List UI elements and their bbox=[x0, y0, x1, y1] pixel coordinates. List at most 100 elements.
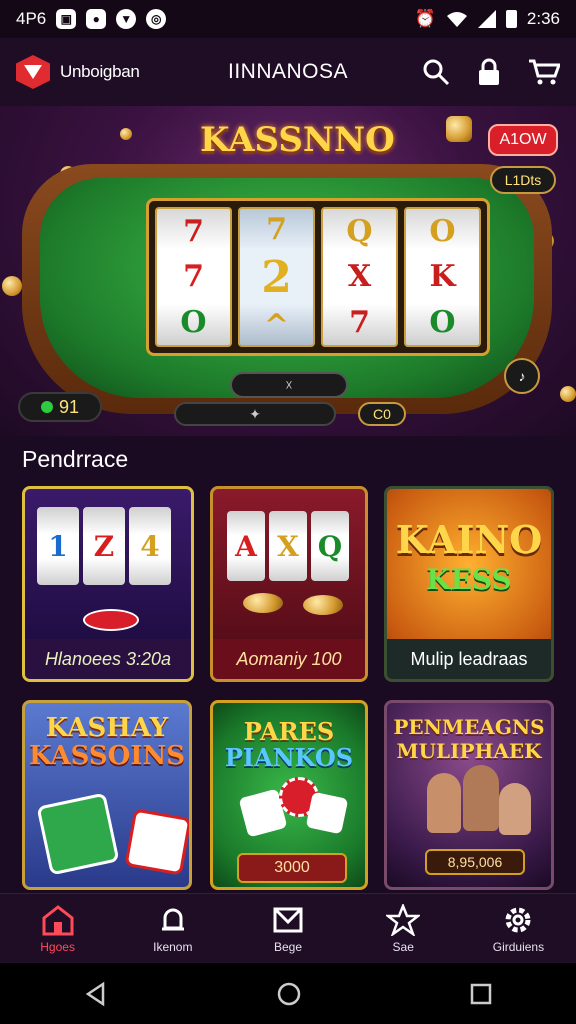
hero-action-button[interactable]: A1OW bbox=[488, 124, 558, 156]
reel-symbol: O bbox=[429, 214, 456, 250]
card-art-title: KAINO bbox=[395, 517, 543, 562]
home-icon bbox=[42, 905, 74, 936]
reel: Q X 7 bbox=[321, 207, 398, 347]
spin-button[interactable]: ☓ bbox=[230, 372, 348, 398]
credit-counter-right: C0 bbox=[358, 402, 406, 426]
bet-slider[interactable]: ✦ bbox=[174, 402, 336, 426]
page-title: IINNANOSA bbox=[227, 60, 349, 83]
sync-notification-icon: ◎ bbox=[146, 9, 167, 29]
reel-symbol: K bbox=[429, 259, 456, 295]
game-card[interactable]: PENMEAGNS MULIPHAEK 8,95,006 bbox=[384, 700, 554, 890]
hero-title: KASSNNO bbox=[200, 120, 395, 160]
reel-symbol: 7 bbox=[183, 259, 204, 295]
poker-chip-icon bbox=[83, 609, 139, 631]
dice-icon bbox=[36, 792, 120, 876]
card-label: Hlanoees 3:20a bbox=[25, 639, 191, 679]
star-icon bbox=[386, 904, 421, 936]
coin-pile-icon bbox=[303, 595, 343, 615]
player-avatar bbox=[427, 773, 461, 833]
reel-symbol: 2 bbox=[261, 251, 292, 303]
reel-symbol: 7 bbox=[266, 211, 287, 247]
app-notification-icon: ● bbox=[86, 9, 107, 29]
card-art-title: PARES bbox=[243, 717, 335, 746]
clock: 2:36 bbox=[526, 9, 560, 28]
card-reels: A X Q bbox=[227, 511, 349, 581]
reel-symbol: 7 bbox=[183, 214, 204, 250]
bell-icon bbox=[161, 908, 184, 931]
app-bar: Unboigban IINNANOSA bbox=[0, 38, 576, 106]
hero-banner[interactable]: KASSNNO A1OW L1Dts 7 7 O 7 2 ^ Q X 7 O K… bbox=[0, 106, 576, 436]
nav-label: Sae bbox=[392, 940, 414, 954]
sound-toggle-icon[interactable]: ♪ bbox=[504, 358, 540, 394]
card-label: Aomaniy 100 bbox=[213, 639, 365, 679]
cart-icon[interactable] bbox=[528, 58, 560, 86]
card-value-badge: 8,95,006 bbox=[425, 849, 525, 875]
brand-logo-icon[interactable] bbox=[16, 55, 50, 89]
card-art-subtitle: PIANKOS bbox=[224, 743, 354, 772]
system-navigation-bar bbox=[0, 963, 576, 1024]
reel: O K O bbox=[404, 207, 481, 347]
dice-icon bbox=[305, 791, 349, 835]
coin-decoration bbox=[120, 128, 132, 140]
card-value-badge: 3000 bbox=[237, 853, 347, 883]
nav-label: Girduiens bbox=[492, 940, 545, 954]
nav-item-messages[interactable]: Bege bbox=[230, 894, 345, 964]
card-art-subtitle: KESS bbox=[426, 563, 512, 596]
reel: 7 2 ^ bbox=[238, 207, 315, 347]
reel-symbol: X bbox=[347, 259, 372, 295]
reel-symbol: 1 bbox=[37, 507, 79, 585]
dice-icon bbox=[124, 808, 189, 876]
reel: 7 7 O bbox=[155, 207, 232, 347]
nav-label: Ikenom bbox=[153, 940, 193, 954]
bottom-navigation: Hgoes Ikenom Bege Sae Girduiens bbox=[0, 893, 576, 964]
slot-reels[interactable]: 7 7 O 7 2 ^ Q X 7 O K O bbox=[146, 198, 490, 356]
reel-symbol: 7 bbox=[349, 304, 370, 340]
card-reels: 1 Z 4 bbox=[37, 507, 171, 585]
gallery-notification-icon: ▣ bbox=[56, 9, 77, 29]
game-card[interactable]: 1 Z 4 Hlanoees 3:20a bbox=[22, 486, 194, 682]
card-art-title: KASHAY bbox=[45, 713, 169, 743]
reel-symbol: ^ bbox=[263, 307, 290, 343]
carrier-label: 4P6 bbox=[16, 9, 47, 28]
game-card[interactable]: KASHAY KASSOINS bbox=[22, 700, 192, 890]
reel-symbol: Q bbox=[311, 511, 349, 581]
game-card[interactable]: A X Q Aomaniy 100 bbox=[210, 486, 368, 682]
mail-icon bbox=[273, 907, 303, 933]
balance-indicator-icon bbox=[40, 401, 53, 413]
nav-label: Hgoes bbox=[40, 940, 75, 954]
nav-label: Bege bbox=[273, 940, 303, 954]
recents-icon[interactable] bbox=[469, 982, 493, 1006]
hero-side-badge[interactable]: L1Dts bbox=[490, 166, 556, 194]
reel-symbol: X bbox=[269, 511, 307, 581]
card-art-subtitle: MULIPHAEK bbox=[396, 739, 542, 763]
lock-icon[interactable] bbox=[476, 58, 502, 86]
nav-item-favorites[interactable]: Sae bbox=[346, 894, 461, 964]
card-art-title: PENMEAGNS bbox=[393, 715, 545, 739]
gear-icon bbox=[505, 907, 531, 933]
back-icon[interactable] bbox=[83, 981, 109, 1007]
nav-item-notifications[interactable]: Ikenom bbox=[115, 894, 230, 964]
search-icon[interactable] bbox=[422, 58, 450, 86]
status-bar: 4P6 ▣ ● ▼ ◎ ⏰ 2:36 bbox=[0, 0, 576, 38]
reel-symbol: Z bbox=[83, 507, 125, 585]
brand-name: Unboigban bbox=[60, 62, 140, 81]
card-label: Mulip leadraas bbox=[387, 639, 551, 679]
coin-pile-icon bbox=[243, 593, 283, 613]
game-card[interactable]: PARES PIANKOS 3000 bbox=[210, 700, 368, 890]
lever-icon[interactable] bbox=[446, 116, 472, 142]
game-card[interactable]: KAINO KESS Mulip leadraas bbox=[384, 486, 554, 682]
home-button-icon[interactable] bbox=[276, 981, 302, 1007]
reel-symbol: Q bbox=[346, 214, 373, 250]
nav-item-settings[interactable]: Girduiens bbox=[461, 894, 576, 964]
reel-symbol: A bbox=[227, 511, 265, 581]
balance-counter-left: 91 bbox=[18, 392, 102, 422]
battery-icon bbox=[505, 10, 517, 28]
card-art-subtitle: KASSOINS bbox=[28, 741, 186, 771]
coin-decoration bbox=[560, 386, 576, 402]
reel-symbol: O bbox=[429, 304, 456, 340]
player-avatar bbox=[499, 783, 531, 835]
vpn-notification-icon: ▼ bbox=[116, 9, 137, 29]
signal-icon bbox=[477, 10, 496, 28]
nav-item-home[interactable]: Hgoes bbox=[0, 894, 115, 964]
coin-decoration bbox=[2, 276, 22, 296]
